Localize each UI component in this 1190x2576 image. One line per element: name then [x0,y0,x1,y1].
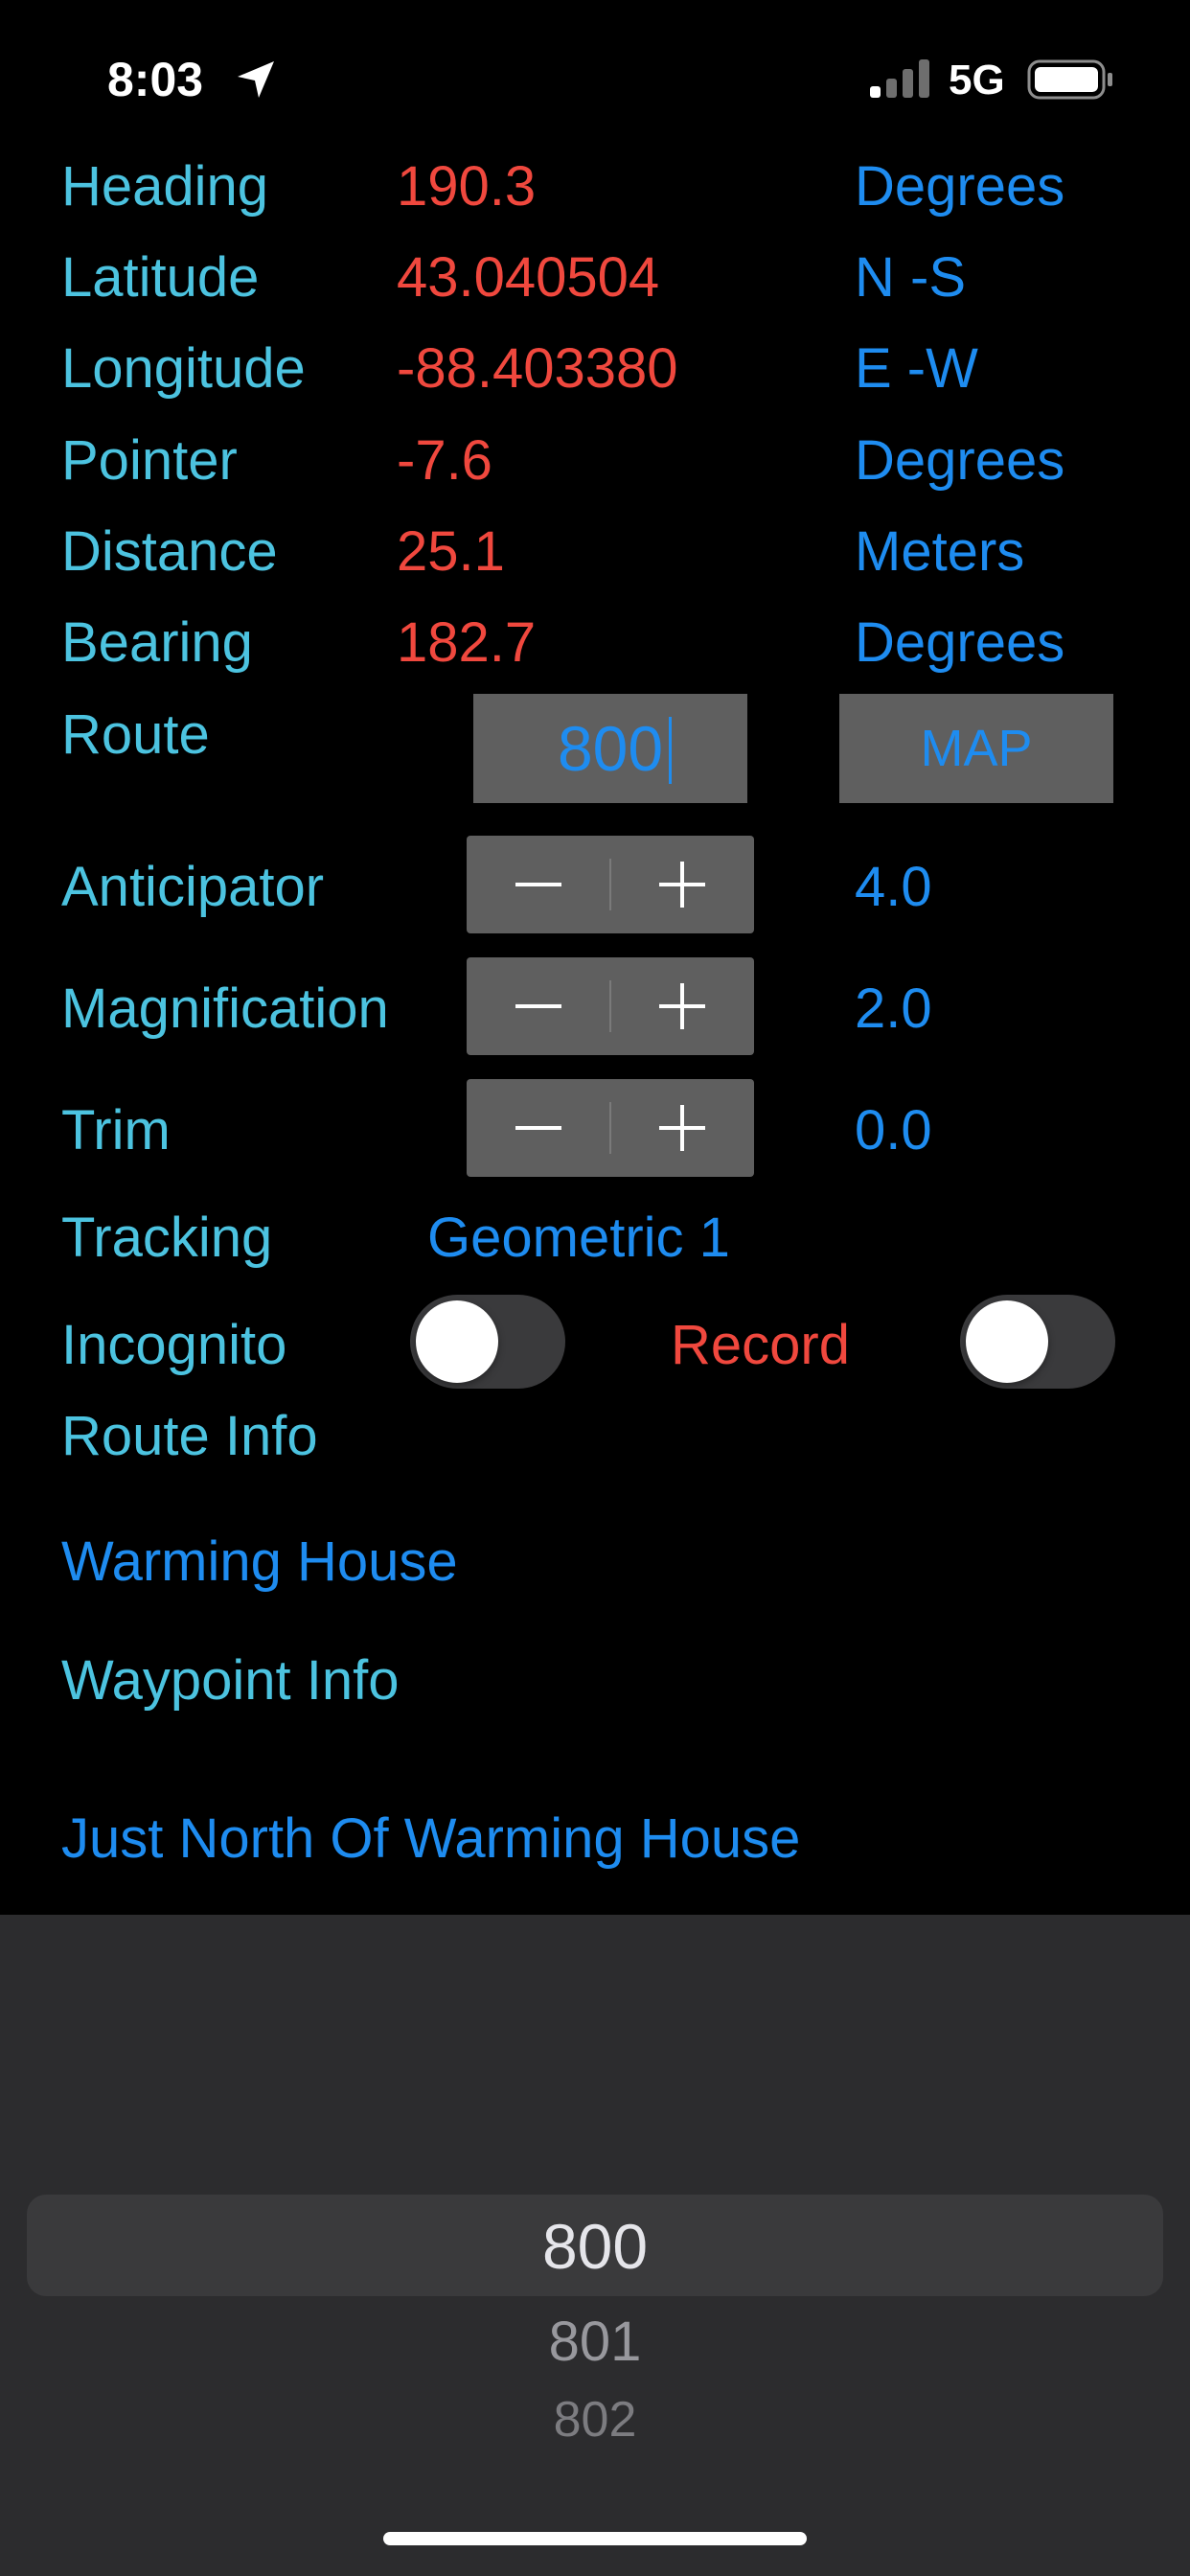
incognito-toggle[interactable] [410,1295,565,1389]
picker-option[interactable]: 801 [0,2310,1190,2375]
distance-value: 25.1 [397,520,505,583]
magnification-stepper [467,957,754,1055]
latitude-value: 43.040504 [397,246,660,309]
magnification-label: Magnification [61,978,389,1040]
bearing-label: Bearing [61,611,253,674]
minus-icon [515,1126,561,1130]
minus-icon [515,1004,561,1008]
text-caret [669,717,672,784]
distance-unit: Meters [855,520,1025,583]
map-button[interactable]: MAP [839,694,1113,803]
incognito-label: Incognito [61,1314,287,1376]
trim-decrement-button[interactable] [467,1079,610,1177]
pointer-unit: Degrees [855,429,1065,492]
heading-value: 190.3 [397,155,537,218]
plus-icon [659,862,705,908]
magnification-increment-button[interactable] [610,957,754,1055]
plus-icon [659,1105,705,1151]
anticipator-stepper [467,836,754,933]
toggle-knob [966,1300,1048,1383]
trim-label: Trim [61,1099,171,1162]
trim-value: 0.0 [855,1099,932,1162]
record-label: Record [671,1314,850,1376]
toggle-knob [416,1300,498,1383]
network-type: 5G [949,57,1005,104]
distance-label: Distance [61,520,278,583]
longitude-unit: E -W [855,337,978,400]
status-time: 8:03 [107,53,204,106]
anticipator-value: 4.0 [855,856,932,918]
plus-icon [659,983,705,1029]
home-indicator[interactable] [383,2532,807,2545]
anticipator-decrement-button[interactable] [467,836,610,933]
magnification-decrement-button[interactable] [467,957,610,1055]
anticipator-label: Anticipator [61,856,325,918]
waypoint-info-value: Just North Of Warming House [61,1807,801,1870]
anticipator-increment-button[interactable] [610,836,754,933]
minus-icon [515,883,561,886]
bearing-unit: Degrees [855,611,1065,674]
route-input[interactable] [473,694,747,803]
longitude-label: Longitude [61,337,306,400]
tracking-label: Tracking [61,1207,273,1269]
heading-unit: Degrees [855,155,1065,218]
latitude-unit: N -S [855,246,966,309]
route-info-label: Route Info [61,1405,318,1467]
record-toggle[interactable] [960,1295,1115,1389]
picker-option[interactable]: 802 [0,2390,1190,2450]
heading-label: Heading [61,155,269,218]
pointer-label: Pointer [61,429,238,492]
trim-stepper [467,1079,754,1177]
battery-icon [1027,59,1113,104]
location-arrow-icon [234,58,278,106]
trim-increment-button[interactable] [610,1079,754,1177]
pointer-value: -7.6 [397,429,492,492]
latitude-label: Latitude [61,246,260,309]
waypoint-info-label: Waypoint Info [61,1649,400,1712]
bearing-value: 182.7 [397,611,537,674]
cellular-signal-icon [868,59,933,103]
tracking-mode-selector[interactable]: Geometric 1 [427,1205,730,1272]
route-info-value: Warming House [61,1530,458,1593]
magnification-value: 2.0 [855,978,932,1040]
route-label: Route [61,703,210,766]
picker-selected-option[interactable]: 800 [0,2208,1190,2285]
longitude-value: -88.403380 [397,337,678,400]
